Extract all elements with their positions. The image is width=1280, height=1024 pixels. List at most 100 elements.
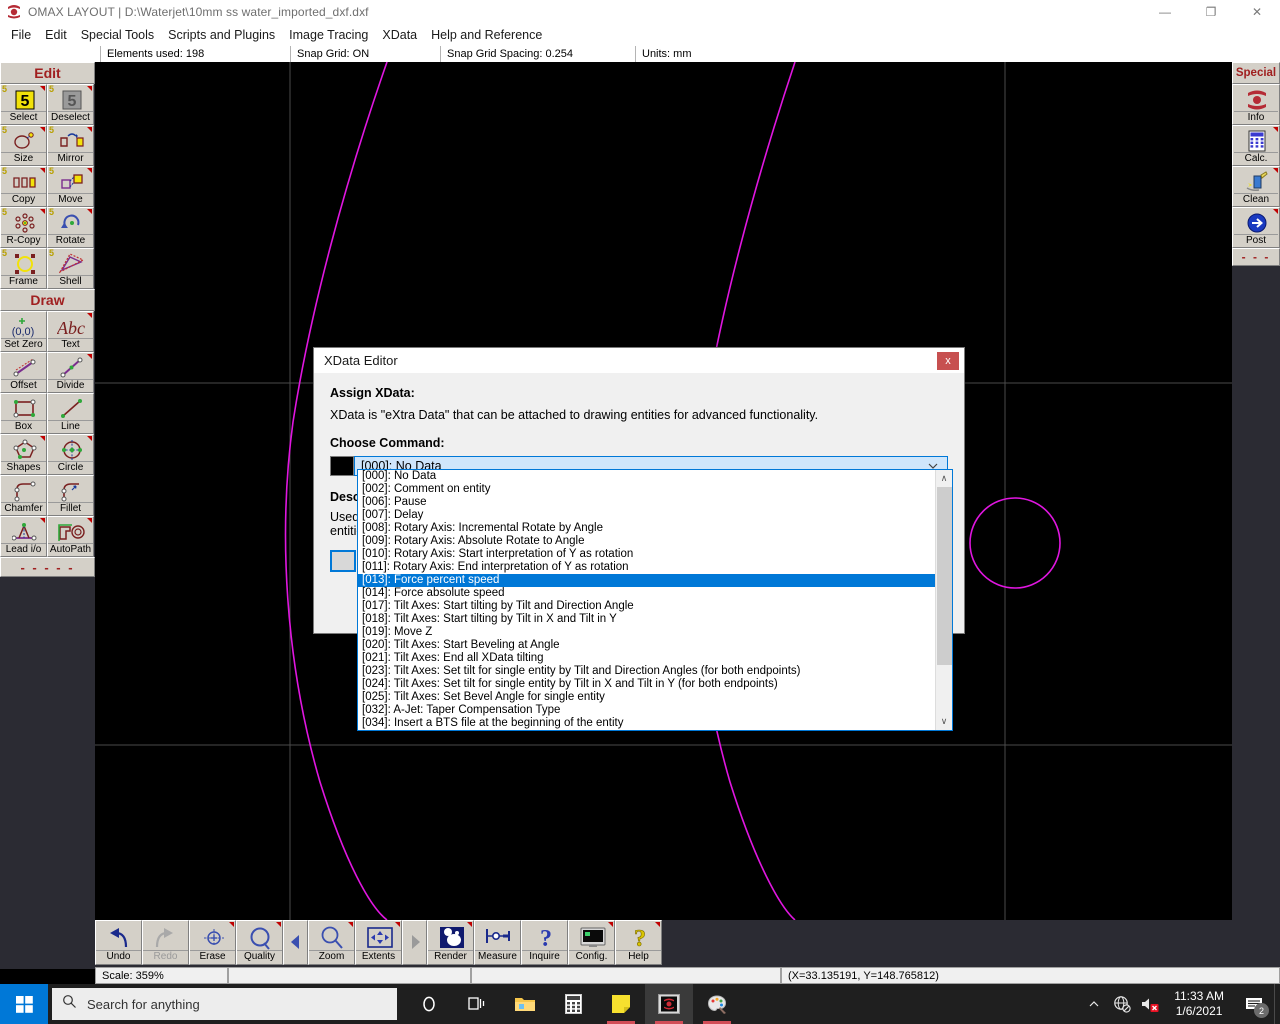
dropdown-option[interactable]: [007]: Delay	[358, 509, 935, 522]
bottom-tool-inquire[interactable]: ? Inquire	[521, 920, 568, 965]
dropdown-option[interactable]: [013]: Force percent speed	[358, 574, 935, 587]
bottom-tool-quality[interactable]: Quality	[236, 920, 283, 965]
tool-shapes[interactable]: Shapes	[0, 434, 47, 475]
special-tool-post[interactable]: Post	[1232, 207, 1280, 248]
dropdown-option[interactable]: [021]: Tilt Axes: End all XData tilting	[358, 652, 935, 665]
dropdown-option[interactable]: [020]: Tilt Axes: Start Beveling at Angl…	[358, 639, 935, 652]
volume-muted-icon[interactable]	[1136, 984, 1164, 1024]
taskbar-search-input[interactable]: Search for anything	[52, 988, 397, 1020]
bottom-tool-measure[interactable]: Measure	[474, 920, 521, 965]
tool-copy[interactable]: 5 Copy	[0, 166, 47, 207]
dropdown-option[interactable]: [000]: No Data	[358, 470, 935, 483]
file-explorer-icon[interactable]	[501, 984, 549, 1024]
tool-size[interactable]: 5 Size	[0, 125, 47, 166]
dropdown-option[interactable]: [010]: Rotary Axis: Start interpretation…	[358, 548, 935, 561]
bottom-tool-extents[interactable]: Extents	[355, 920, 402, 965]
frame-icon	[1, 251, 48, 277]
calculator-icon[interactable]	[549, 984, 597, 1024]
title-bar: OMAX LAYOUT | D:\Waterjet\10mm ss water_…	[0, 0, 1280, 24]
special-panel-expander[interactable]: - - -	[1232, 248, 1280, 266]
nav-left-icon[interactable]	[283, 920, 308, 965]
dropdown-option[interactable]: [017]: Tilt Axes: Start tilting by Tilt …	[358, 600, 935, 613]
menu-item-scripts-and-plugins[interactable]: Scripts and Plugins	[161, 26, 282, 44]
dropdown-option[interactable]: [032]: A-Jet: Taper Compensation Type	[358, 704, 935, 717]
tool-fillet[interactable]: Fillet	[47, 475, 94, 516]
bottom-tool-render[interactable]: Render	[427, 920, 474, 965]
menu-item-edit[interactable]: Edit	[38, 26, 74, 44]
paint-icon[interactable]	[693, 984, 741, 1024]
scroll-up-icon[interactable]: ∧	[936, 470, 953, 487]
tool-set-zero[interactable]: (0,0) Set Zero	[0, 311, 47, 352]
dialog-action-button[interactable]	[330, 550, 356, 572]
tool-deselect[interactable]: 5 5 Deselect	[47, 84, 94, 125]
color-swatch[interactable]	[330, 456, 354, 476]
dialog-close-button[interactable]: x	[937, 351, 959, 370]
minimize-button[interactable]: —	[1142, 0, 1188, 24]
info-cell-3: Snap Grid Spacing: 0.254	[440, 46, 635, 62]
tool-move[interactable]: 5 Move	[47, 166, 94, 207]
tool-box[interactable]: Box	[0, 393, 47, 434]
tool-circle[interactable]: Circle	[47, 434, 94, 475]
special-tool-info[interactable]: Info	[1232, 84, 1280, 125]
dropdown-option[interactable]: [023]: Tilt Axes: Set tilt for single en…	[358, 665, 935, 678]
bottom-tool-help[interactable]: ? Help	[615, 920, 662, 965]
svg-text:?: ?	[540, 926, 552, 951]
bottom-tool-undo[interactable]: Undo	[95, 920, 142, 965]
tool-select[interactable]: 5 5 Select	[0, 84, 47, 125]
toolbar-expander[interactable]: - - - - -	[0, 557, 95, 577]
scrollbar-thumb[interactable]	[936, 487, 952, 665]
bottom-tool-zoom[interactable]: Zoom	[308, 920, 355, 965]
dropdown-option[interactable]: [002]: Comment on entity	[358, 483, 935, 496]
task-view-icon[interactable]	[453, 984, 501, 1024]
dropdown-option[interactable]: [011]: Rotary Axis: End interpretation o…	[358, 561, 935, 574]
bottom-tool-config-[interactable]: Config.	[568, 920, 615, 965]
dropdown-option[interactable]: [014]: Force absolute speed	[358, 587, 935, 600]
menu-item-file[interactable]: File	[4, 26, 38, 44]
dropdown-option[interactable]: [009]: Rotary Axis: Absolute Rotate to A…	[358, 535, 935, 548]
menu-item-special-tools[interactable]: Special Tools	[74, 26, 161, 44]
tool-text[interactable]: Abc Text	[47, 311, 94, 352]
menu-item-image-tracing[interactable]: Image Tracing	[282, 26, 375, 44]
taskbar-clock[interactable]: 11:33 AM 1/6/2021	[1164, 984, 1234, 1024]
dropdown-option[interactable]: [008]: Rotary Axis: Incremental Rotate b…	[358, 522, 935, 535]
tool-autopath[interactable]: AutoPath	[47, 516, 94, 557]
tool-shell[interactable]: 5 Shell	[47, 248, 94, 289]
dropdown-option[interactable]: [024]: Tilt Axes: Set tilt for single en…	[358, 678, 935, 691]
dropdown-option[interactable]: [025]: Tilt Axes: Set Bevel Angle for si…	[358, 691, 935, 704]
menu-item-help-and-reference[interactable]: Help and Reference	[424, 26, 549, 44]
close-button[interactable]: ✕	[1234, 0, 1280, 24]
dropdown-option[interactable]: [018]: Tilt Axes: Start tilting by Tilt …	[358, 613, 935, 626]
nav-right-icon[interactable]	[402, 920, 427, 965]
tool-divide[interactable]: Divide	[47, 352, 94, 393]
tool-frame[interactable]: 5 Frame	[0, 248, 47, 289]
tray-chevron-icon[interactable]	[1080, 984, 1108, 1024]
command-dropdown-list[interactable]: [000]: No Data [002]: Comment on entity [0…	[357, 469, 953, 731]
text-icon: Abc	[48, 314, 95, 340]
scroll-down-icon[interactable]: ∨	[936, 713, 953, 730]
dropdown-option[interactable]: [019]: Move Z	[358, 626, 935, 639]
network-disconnected-icon[interactable]	[1108, 984, 1136, 1024]
windows-start-icon[interactable]	[0, 984, 48, 1024]
special-tool-calc-[interactable]: Calc.	[1232, 125, 1280, 166]
special-tool-clean[interactable]: Clean	[1232, 166, 1280, 207]
tool-rotate[interactable]: 5 Rotate	[47, 207, 94, 248]
tool-chamfer[interactable]: Chamfer	[0, 475, 47, 516]
menu-item-xdata[interactable]: XData	[375, 26, 424, 44]
omax-layout-icon[interactable]	[645, 984, 693, 1024]
show-desktop-button[interactable]	[1274, 984, 1280, 1024]
cortana-icon[interactable]	[405, 984, 453, 1024]
dropdown-option[interactable]: [034]: Insert a BTS file at the beginnin…	[358, 717, 935, 730]
sticky-notes-icon[interactable]	[597, 984, 645, 1024]
bottom-tool-erase[interactable]: Erase	[189, 920, 236, 965]
tool-lead-i-o[interactable]: Lead i/o	[0, 516, 47, 557]
dropdown-scrollbar[interactable]: ∧ ∨	[935, 470, 952, 730]
tool-line[interactable]: Line	[47, 393, 94, 434]
notification-icon[interactable]: 2	[1234, 984, 1274, 1024]
dropdown-option[interactable]: [006]: Pause	[358, 496, 935, 509]
info-icon	[1233, 87, 1280, 113]
tool-r-copy[interactable]: 5 R-Copy	[0, 207, 47, 248]
status-middle	[228, 967, 471, 984]
tool-mirror[interactable]: 5 Mirror	[47, 125, 94, 166]
maximize-button[interactable]: ❐	[1188, 0, 1234, 24]
tool-offset[interactable]: Offset	[0, 352, 47, 393]
